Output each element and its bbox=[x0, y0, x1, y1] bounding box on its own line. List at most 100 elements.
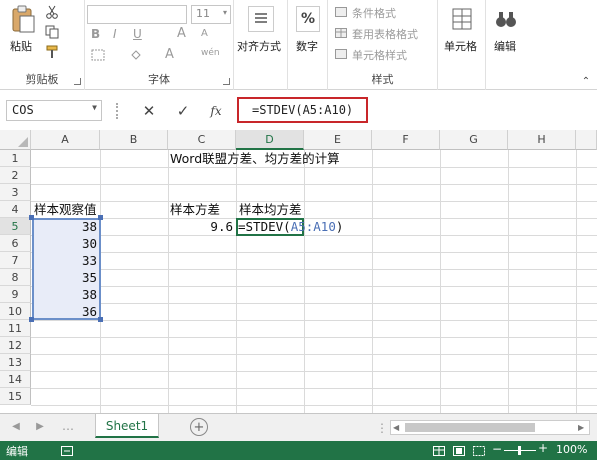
row-header-7[interactable]: 7 bbox=[0, 252, 31, 269]
font-color-button[interactable]: A bbox=[165, 47, 174, 62]
binoculars-icon[interactable] bbox=[494, 6, 518, 32]
shrink-font-button[interactable]: A bbox=[201, 28, 208, 39]
zoom-level[interactable]: 100% bbox=[556, 443, 587, 456]
conditional-format-icon bbox=[334, 6, 348, 18]
formula-input[interactable]: =STDEV(A5:A10) bbox=[237, 97, 368, 123]
bold-button[interactable]: B bbox=[91, 27, 100, 41]
enter-icon[interactable]: ✓ bbox=[174, 102, 192, 120]
phonetic-button[interactable]: wén bbox=[201, 48, 220, 58]
row-header-13[interactable]: 13 bbox=[0, 354, 31, 371]
macro-record-icon[interactable] bbox=[60, 445, 74, 457]
row-header-15[interactable]: 15 bbox=[0, 388, 31, 405]
row-header-4[interactable]: 4 bbox=[0, 201, 31, 218]
row-header-8[interactable]: 8 bbox=[0, 269, 31, 286]
font-group: 11 ▾ B I U A A A wén 字体 bbox=[85, 0, 234, 90]
column-header-e[interactable]: E bbox=[304, 130, 372, 150]
range-handle[interactable] bbox=[29, 215, 34, 220]
scroll-left-arrow-icon[interactable]: ◀ bbox=[393, 423, 402, 432]
row-header-9[interactable]: 9 bbox=[0, 286, 31, 303]
insert-function-icon[interactable]: fx bbox=[207, 102, 225, 120]
normal-view-icon[interactable] bbox=[432, 445, 446, 457]
cell-c4[interactable]: 样本方差 bbox=[170, 201, 220, 218]
scroll-left-icon[interactable]: ◀ bbox=[10, 420, 22, 432]
gridline bbox=[31, 167, 597, 168]
row-header-11[interactable]: 11 bbox=[0, 320, 31, 337]
collapse-ribbon-icon[interactable]: ⌃ bbox=[580, 76, 592, 87]
font-name-dropdown[interactable] bbox=[87, 5, 187, 24]
page-layout-view-icon[interactable] bbox=[452, 445, 466, 457]
range-handle[interactable] bbox=[98, 317, 103, 322]
horizontal-scrollbar[interactable]: ◀ ▶ bbox=[390, 420, 590, 435]
chevron-down-icon: ▾ bbox=[222, 8, 227, 17]
column-header-d[interactable]: D bbox=[236, 130, 304, 150]
row-header-3[interactable]: 3 bbox=[0, 184, 31, 201]
font-size-dropdown[interactable]: 11 ▾ bbox=[191, 5, 231, 24]
scroll-right-icon[interactable]: ▶ bbox=[34, 420, 46, 432]
more-sheets-icon[interactable]: … bbox=[60, 419, 76, 433]
scrollbar-thumb[interactable] bbox=[405, 423, 535, 432]
number-label[interactable]: 数字 bbox=[296, 38, 318, 54]
copy-icon[interactable] bbox=[44, 24, 60, 40]
range-handle[interactable] bbox=[29, 317, 34, 322]
row-header-10[interactable]: 10 bbox=[0, 303, 31, 320]
select-all-corner[interactable] bbox=[0, 130, 31, 150]
gridline bbox=[576, 150, 577, 413]
clipboard-group: 粘贴 剪贴板 bbox=[0, 0, 85, 90]
row-header-2[interactable]: 2 bbox=[0, 167, 31, 184]
clipboard-launcher-icon[interactable] bbox=[74, 78, 81, 85]
cell-d4[interactable]: 样本均方差 bbox=[239, 201, 302, 218]
cell-a4[interactable]: 样本观察值 bbox=[34, 201, 97, 218]
row-header-6[interactable]: 6 bbox=[0, 235, 31, 252]
grow-font-button[interactable]: A bbox=[177, 26, 186, 41]
cells-icon[interactable] bbox=[450, 6, 474, 32]
page-break-view-icon[interactable] bbox=[472, 445, 486, 457]
column-header-b[interactable]: B bbox=[100, 130, 168, 150]
row-header-5[interactable]: 5 bbox=[0, 218, 31, 235]
column-header-c[interactable]: C bbox=[168, 130, 236, 150]
add-sheet-icon[interactable]: + bbox=[190, 418, 208, 436]
cells-label[interactable]: 单元格 bbox=[444, 38, 477, 54]
border-icon[interactable] bbox=[89, 48, 107, 62]
scroll-right-arrow-icon[interactable]: ▶ bbox=[578, 423, 587, 432]
column-header-overflow bbox=[576, 130, 597, 150]
clipboard-group-label: 剪贴板 bbox=[25, 73, 59, 86]
zoom-out-button[interactable]: − bbox=[492, 442, 502, 456]
italic-button[interactable]: I bbox=[113, 27, 117, 41]
editing-label[interactable]: 编辑 bbox=[494, 38, 516, 54]
range-handle[interactable] bbox=[98, 215, 103, 220]
gridline bbox=[31, 388, 597, 389]
table-format-button[interactable]: 套用表格格式 bbox=[352, 26, 418, 42]
gridline bbox=[508, 150, 509, 413]
zoom-in-button[interactable]: + bbox=[538, 441, 548, 455]
cell-styles-button[interactable]: 单元格样式 bbox=[352, 47, 407, 63]
name-box[interactable]: COS ▼ bbox=[6, 100, 102, 121]
paste-icon[interactable] bbox=[8, 4, 38, 36]
row-header-1[interactable]: 1 bbox=[0, 150, 31, 167]
zoom-slider-thumb[interactable] bbox=[518, 446, 521, 455]
cell-d5-formula[interactable]: =STDEV(A5:A10) bbox=[238, 218, 343, 235]
underline-button[interactable]: U bbox=[133, 27, 142, 41]
cut-icon[interactable] bbox=[44, 4, 60, 20]
cancel-icon[interactable]: ✕ bbox=[140, 102, 158, 120]
gridline bbox=[304, 150, 305, 413]
alignment-label[interactable]: 对齐方式 bbox=[237, 38, 281, 54]
cell-c5[interactable]: 9.6 bbox=[169, 218, 233, 235]
row-header-14[interactable]: 14 bbox=[0, 371, 31, 388]
gridline bbox=[372, 150, 373, 413]
conditional-format-button[interactable]: 条件格式 bbox=[352, 5, 396, 21]
column-header-h[interactable]: H bbox=[508, 130, 576, 150]
format-painter-icon[interactable] bbox=[44, 44, 60, 60]
percent-icon[interactable]: % bbox=[296, 6, 320, 32]
paste-label[interactable]: 粘贴 bbox=[10, 38, 32, 54]
cell-c1[interactable]: Word联盟方差、均方差的计算 bbox=[170, 150, 340, 167]
font-launcher-icon[interactable] bbox=[223, 78, 230, 85]
align-icon[interactable] bbox=[248, 6, 274, 32]
sheet-tab-sheet1[interactable]: Sheet1 bbox=[95, 414, 159, 438]
column-header-f[interactable]: F bbox=[372, 130, 440, 150]
row-header-12[interactable]: 12 bbox=[0, 337, 31, 354]
column-header-g[interactable]: G bbox=[440, 130, 508, 150]
fill-color-icon[interactable] bbox=[127, 48, 145, 62]
column-header-a[interactable]: A bbox=[31, 130, 100, 150]
worksheet-grid[interactable]: A B C D E F G H 1 2 3 4 5 6 7 8 9 10 11 … bbox=[0, 130, 597, 413]
split-grip-icon[interactable]: ⋮ bbox=[376, 421, 388, 435]
